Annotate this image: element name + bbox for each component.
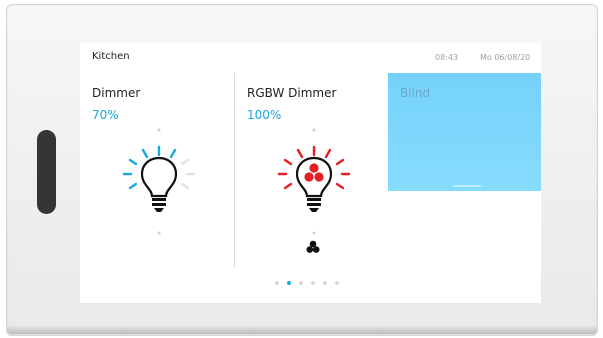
tile-rgbw-dimmer[interactable]: RGBW Dimmer 100% xyxy=(234,73,389,268)
lightbulb-icon xyxy=(122,128,196,235)
touch-screen: Kitchen 08:43 Mo 06/08/20 Dimmer 70% RGB… xyxy=(80,43,541,303)
tile-blind[interactable]: Blind xyxy=(388,73,541,268)
page-dot[interactable] xyxy=(275,281,279,285)
tile-blind-title: Blind xyxy=(400,86,431,100)
clock-date: Mo 06/08/20 xyxy=(480,53,531,62)
color-wheel-icon[interactable] xyxy=(306,240,320,254)
tile-dimmer-title: Dimmer xyxy=(92,86,141,100)
device-frame-bottom xyxy=(6,326,598,334)
page-dot-active[interactable] xyxy=(287,281,291,285)
page-dot[interactable] xyxy=(299,281,303,285)
clock-time: 08:43 xyxy=(435,53,459,62)
page-dot[interactable] xyxy=(323,281,327,285)
tile-rgbw-title: RGBW Dimmer xyxy=(247,86,337,100)
tile-rgbw-value: 100% xyxy=(247,108,282,122)
device-side-handle xyxy=(37,130,56,214)
room-title: Kitchen xyxy=(92,51,130,62)
tile-dimmer[interactable]: Dimmer 70% xyxy=(80,73,234,268)
page-dot[interactable] xyxy=(335,281,339,285)
rgb-lightbulb-icon xyxy=(277,128,351,235)
tile-dimmer-value: 70% xyxy=(92,108,119,122)
blind-bar xyxy=(453,185,481,187)
page-dot[interactable] xyxy=(311,281,315,285)
page-indicator xyxy=(275,281,339,285)
